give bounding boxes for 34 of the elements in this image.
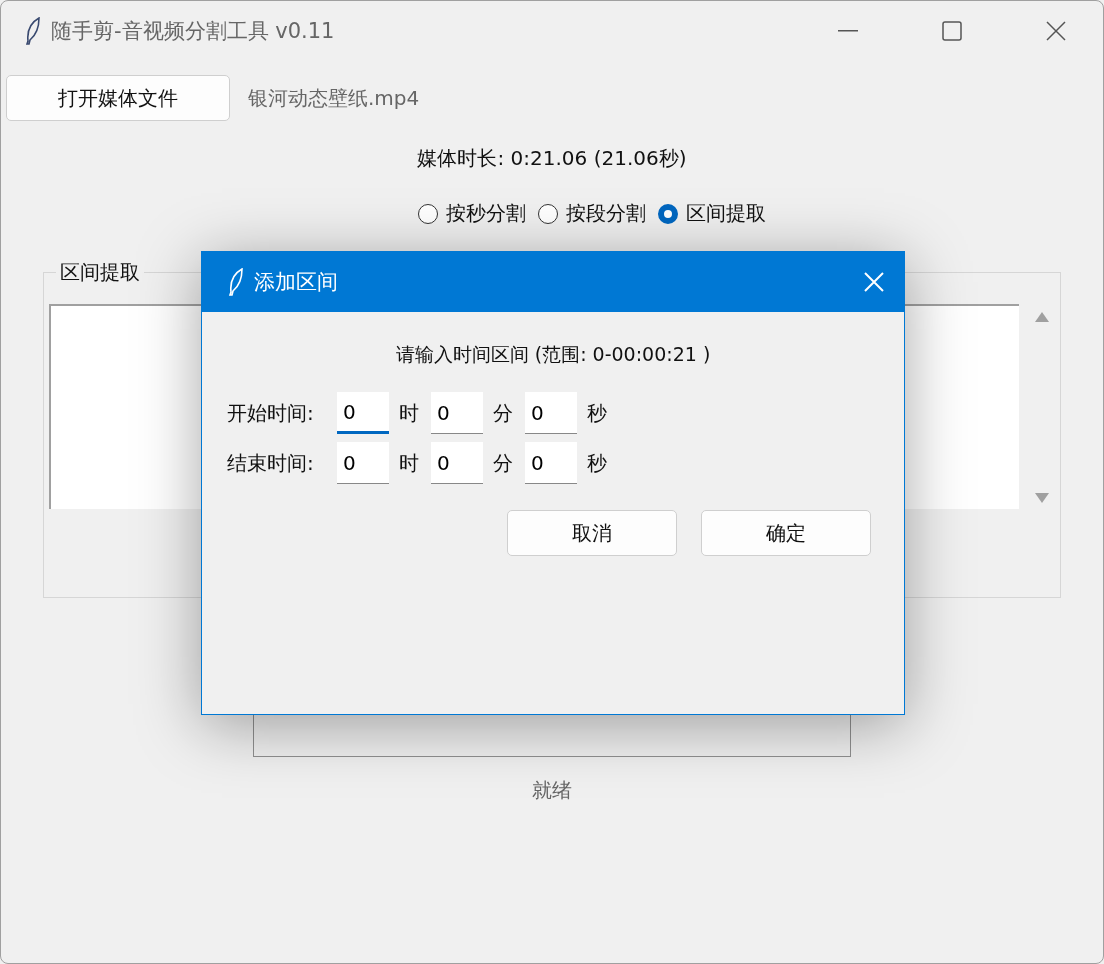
- input-field[interactable]: 0: [337, 392, 389, 434]
- radio-label[interactable]: 按段分割: [566, 200, 646, 227]
- status-text: 就绪: [532, 777, 572, 804]
- feather-icon: [25, 17, 41, 45]
- unit-label: 秒: [587, 399, 608, 427]
- dialog-button[interactable]: 确定: [701, 510, 871, 556]
- unit-label: 分: [493, 449, 514, 477]
- unit-label: 秒: [587, 449, 608, 477]
- time-label: 开始时间:: [227, 399, 315, 427]
- open-file-button[interactable]: 打开媒体文件: [6, 75, 230, 121]
- prompt-text: 请输入时间区间 (范围: 0-00:00:21 ): [395, 342, 711, 367]
- radio-label[interactable]: 区间提取: [686, 200, 766, 227]
- radio-button[interactable]: [538, 203, 558, 224]
- file-name: 银河动态壁纸.mp4: [248, 84, 420, 112]
- dialog-button[interactable]: 取消: [507, 510, 677, 556]
- time-label: 结束时间:: [227, 449, 315, 477]
- input-field[interactable]: 0: [431, 442, 483, 484]
- input-field[interactable]: 0: [525, 442, 577, 484]
- input-field[interactable]: 0: [431, 392, 483, 434]
- radio-label[interactable]: 按秒分割: [446, 200, 526, 227]
- minimize-icon[interactable]: [838, 30, 858, 32]
- radio-button[interactable]: [658, 203, 678, 224]
- radio-button[interactable]: [418, 203, 438, 224]
- maximize-icon[interactable]: [942, 21, 962, 41]
- input-field[interactable]: 0: [525, 392, 577, 434]
- feather-icon: [228, 268, 244, 296]
- window-title: 随手剪-音视频分割工具 v0.11: [51, 18, 335, 45]
- unit-label: 时: [399, 399, 420, 427]
- unit-label: 时: [399, 449, 420, 477]
- dialog-title: 添加区间: [254, 269, 339, 296]
- input-field[interactable]: 0: [337, 442, 389, 484]
- close-icon[interactable]: [1046, 21, 1066, 41]
- unit-label: 分: [493, 399, 514, 427]
- duration-label: 媒体时长: 0:21.06 (21.06秒): [417, 145, 687, 172]
